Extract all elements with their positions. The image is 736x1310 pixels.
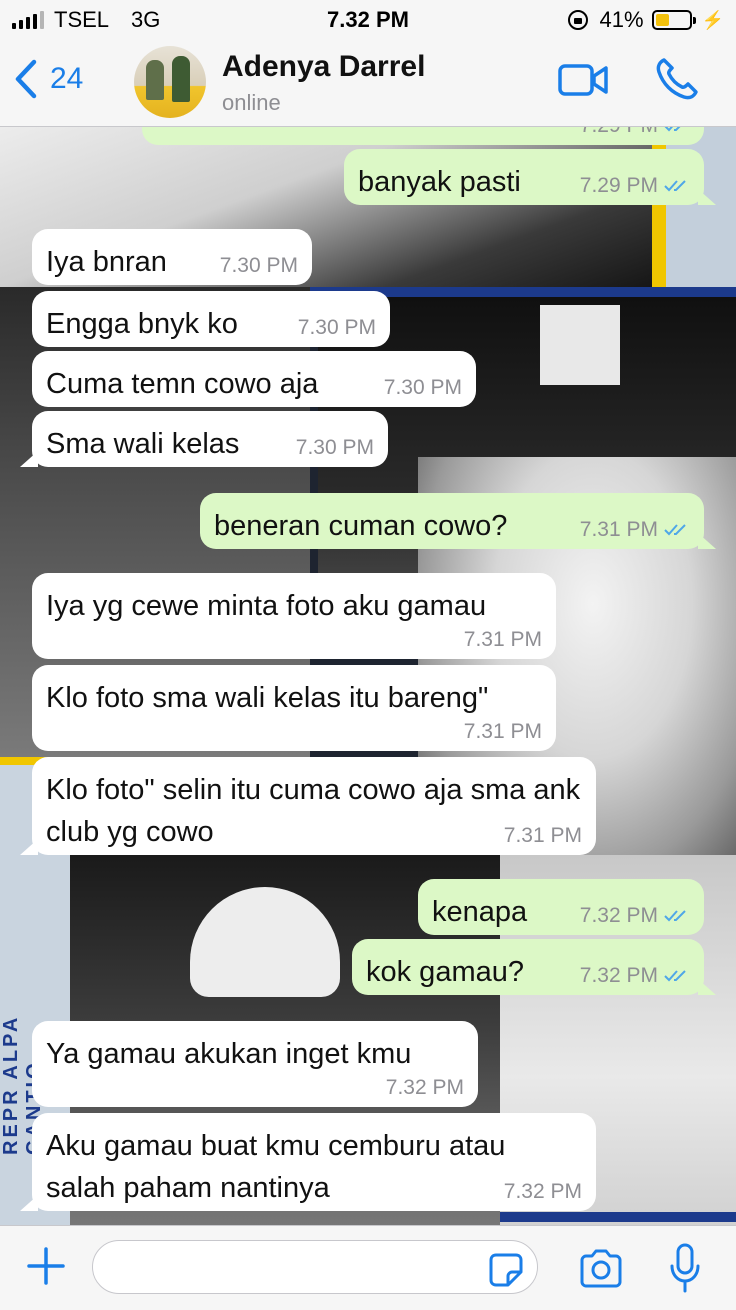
chat-header: 24 Adenya Darrel online — [0, 40, 736, 127]
rotation-lock-icon — [567, 10, 588, 30]
message-time: 7.31 PM — [463, 720, 542, 743]
message-bubble[interactable]: Aku gamau buat kmu cemburu atau salah pa… — [20, 1113, 596, 1211]
back-button[interactable]: 24 — [14, 58, 83, 100]
back-count: 24 — [50, 62, 84, 95]
message-text: Cuma temn cowo aja — [46, 368, 319, 400]
contact-status: online — [222, 90, 281, 115]
contact-name[interactable]: Adenya Darrel — [222, 50, 425, 84]
message-text: Iya bnran — [46, 246, 167, 278]
message-bubble[interactable]: Iya yg cewe minta foto aku gamau 7.31 PM — [32, 573, 556, 659]
message-time: 7.30 PM — [219, 254, 298, 277]
read-ticks-icon — [664, 180, 686, 192]
message-bubble[interactable]: banyak pasti 7.29 PM — [344, 149, 716, 205]
message-time: 7.31 PM — [463, 628, 542, 651]
charging-icon: ⚡ — [701, 9, 724, 30]
message-bubble[interactable]: Cuma temn cowo aja 7.30 PM — [32, 351, 476, 407]
message-time: 7.32 PM — [579, 964, 658, 987]
message-time: 7.29 PM — [579, 174, 658, 197]
status-right: 41% ⚡ — [567, 7, 724, 33]
message-bubble[interactable]: kenapa 7.32 PM — [418, 879, 704, 935]
phone-icon[interactable] — [654, 56, 700, 102]
microphone-icon[interactable] — [668, 1242, 702, 1294]
message-time: 7.30 PM — [383, 376, 462, 399]
message-bubble[interactable]: Ya gamau akukan inget kmu 7.32 PM — [32, 1021, 478, 1107]
input-bar — [0, 1225, 736, 1310]
message-bubble[interactable]: kok gamau? 7.32 PM — [352, 939, 716, 995]
message-meta: 7.32 PM — [580, 965, 690, 987]
message-time: 7.32 PM — [385, 1076, 464, 1099]
message-input[interactable] — [92, 1240, 538, 1294]
message-text: Aku gamau buat kmu cemburu atau salah pa… — [46, 1130, 506, 1204]
read-ticks-icon — [664, 910, 686, 922]
message-text: Klo foto sma wali kelas itu bareng" — [46, 682, 489, 714]
message-text: Ya gamau akukan inget kmu — [46, 1038, 412, 1070]
message-text: Klo foto" selin itu cuma cowo aja sma an… — [46, 774, 581, 848]
message-time: 7.29 PM — [580, 127, 658, 137]
message-meta: 7.31 PM — [580, 519, 690, 541]
message-text: kenapa — [432, 896, 528, 928]
status-bar: TSEL 3G 7.32 PM 41% ⚡ — [0, 0, 736, 40]
message-meta: 7.32 PM — [580, 905, 690, 927]
chat-area[interactable]: REPR ALPA CANTIQ 7.29 PM banyak pasti 7.… — [0, 127, 736, 1225]
message-bubble[interactable]: beneran cuman cowo? 7.31 PM — [200, 493, 716, 549]
message-time: 7.30 PM — [297, 316, 376, 339]
message-text: beneran cuman cowo? — [214, 510, 508, 542]
sticker-icon[interactable] — [488, 1252, 524, 1288]
read-ticks-icon — [664, 127, 681, 132]
message-text: kok gamau? — [366, 956, 524, 988]
message-text: Engga bnyk ko — [46, 308, 238, 340]
message-text: Iya yg cewe minta foto aku gamau — [46, 590, 487, 622]
chevron-left-icon — [15, 59, 37, 99]
message-bubble[interactable]: Engga bnyk ko 7.30 PM — [32, 291, 390, 347]
message-bubble[interactable]: Klo foto sma wali kelas itu bareng" 7.31… — [32, 665, 556, 751]
read-ticks-icon — [664, 970, 686, 982]
message-time: 7.31 PM — [579, 518, 658, 541]
message-meta: 7.29 PM — [580, 175, 690, 197]
message-meta: 7.29 PM — [580, 127, 690, 137]
message-bubble[interactable]: Sma wali kelas 7.30 PM — [20, 411, 388, 467]
message-bubble[interactable]: Iya bnran 7.30 PM — [32, 229, 312, 285]
message-time: 7.30 PM — [295, 436, 374, 459]
read-ticks-icon — [664, 524, 686, 536]
camera-icon[interactable] — [578, 1248, 624, 1288]
message-time: 7.31 PM — [503, 824, 582, 847]
message-bubble[interactable]: Klo foto" selin itu cuma cowo aja sma an… — [20, 757, 596, 855]
message-time: 7.32 PM — [503, 1180, 582, 1203]
battery-icon — [651, 10, 696, 30]
message-time: 7.32 PM — [579, 904, 658, 927]
video-call-icon[interactable] — [558, 62, 610, 98]
battery-percent: 41% — [599, 7, 644, 32]
message-bubble[interactable]: 7.29 PM — [142, 127, 704, 145]
avatar[interactable] — [134, 46, 206, 118]
plus-icon[interactable] — [26, 1246, 66, 1286]
battery-fill — [655, 14, 669, 26]
message-text: Sma wali kelas — [46, 428, 240, 460]
message-text: banyak pasti — [358, 166, 521, 198]
